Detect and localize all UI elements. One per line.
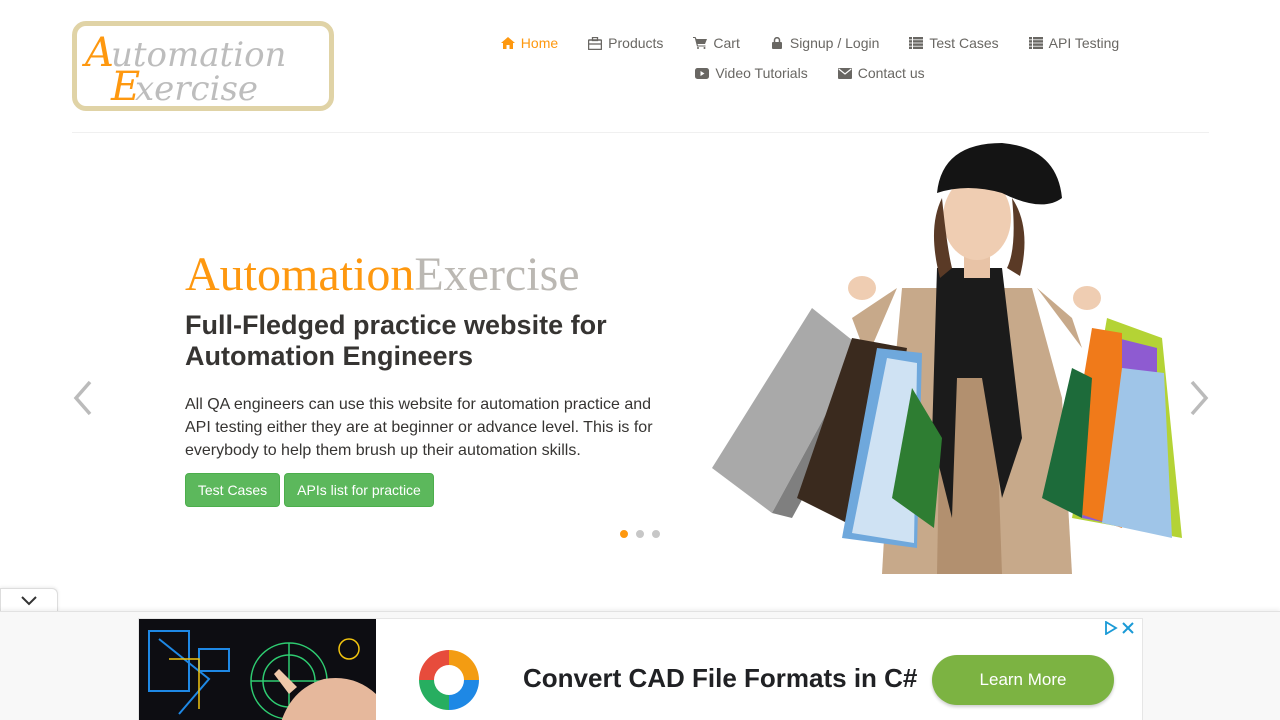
hero-slider: AutomationExercise Full-Fledged practice… [72,133,1209,583]
nav-products-label: Products [608,35,664,51]
nav-video-tutorials-label: Video Tutorials [715,65,808,81]
site-logo[interactable]: A utomation E xercise [72,21,334,111]
envelope-icon [837,66,852,80]
nav-contact-us-label: Contact us [857,65,925,81]
slide-brand-part-a: Automation [185,248,415,301]
nav-home-label: Home [520,35,559,51]
slider-indicators [619,529,661,539]
test-cases-button[interactable]: Test Cases [185,473,280,507]
ad-learn-more-button[interactable]: Learn More [932,655,1114,705]
slider-next-arrow[interactable] [1188,380,1210,416]
nav-row-1: Home Products Cart Signup / Login Test C… [470,28,1150,58]
home-icon [500,36,515,50]
slide-description: All QA engineers can use this website fo… [185,396,653,459]
nav-video-tutorials[interactable]: Video Tutorials [680,65,822,81]
nav-signup-login[interactable]: Signup / Login [755,35,895,51]
main-nav: Home Products Cart Signup / Login Test C… [470,28,1150,88]
slider-dot-2[interactable] [635,529,645,539]
hero-shopping-girl-image [712,143,1182,574]
slider-prev-arrow[interactable] [72,380,94,416]
slider-dot-1[interactable] [619,529,629,539]
apis-list-button[interactable]: APIs list for practice [284,473,434,507]
ad-choices-play-icon[interactable] [1104,621,1118,635]
ad-collapse-toggle[interactable] [0,588,58,613]
ad-close-icon[interactable] [1122,622,1134,634]
nav-contact-us[interactable]: Contact us [823,65,940,81]
nav-products[interactable]: Products [573,35,678,51]
ad-bar: Convert CAD File Formats in C# Learn Mor… [0,611,1280,720]
chevron-right-icon [1190,380,1209,416]
nav-row-2: Video Tutorials Contact us [470,58,1150,88]
slider-dot-3[interactable] [651,529,661,539]
list-icon [909,36,924,50]
logo-letter-a: A [81,30,114,76]
cart-icon [693,36,708,50]
ad-brand-logo-icon [419,650,479,710]
ad-choices [1104,621,1134,635]
logo-line2: xercise [135,69,258,106]
chevron-left-icon [73,380,92,416]
slide-heading: Full-Fledged practice website for Automa… [185,310,607,371]
youtube-play-icon [695,66,710,80]
nav-home[interactable]: Home [486,35,573,51]
slide-brand-part-b: Exercise [414,248,580,301]
nav-api-testing-label: API Testing [1048,35,1120,51]
nav-test-cases-label: Test Cases [929,35,999,51]
lock-icon [770,36,784,50]
list-icon [1028,36,1043,50]
briefcase-icon [588,36,603,50]
nav-cart-label: Cart [713,35,740,51]
ad-cad-image [139,619,376,720]
nav-test-cases[interactable]: Test Cases [894,35,1013,51]
nav-api-testing[interactable]: API Testing [1014,35,1135,51]
ad-banner[interactable]: Convert CAD File Formats in C# Learn Mor… [138,618,1143,720]
nav-cart[interactable]: Cart [678,35,754,51]
nav-signup-login-label: Signup / Login [789,35,880,51]
ad-title: Convert CAD File Formats in C# [523,663,918,693]
chevron-down-icon [21,596,37,606]
slide-brand-title: AutomationExercise [185,247,580,302]
